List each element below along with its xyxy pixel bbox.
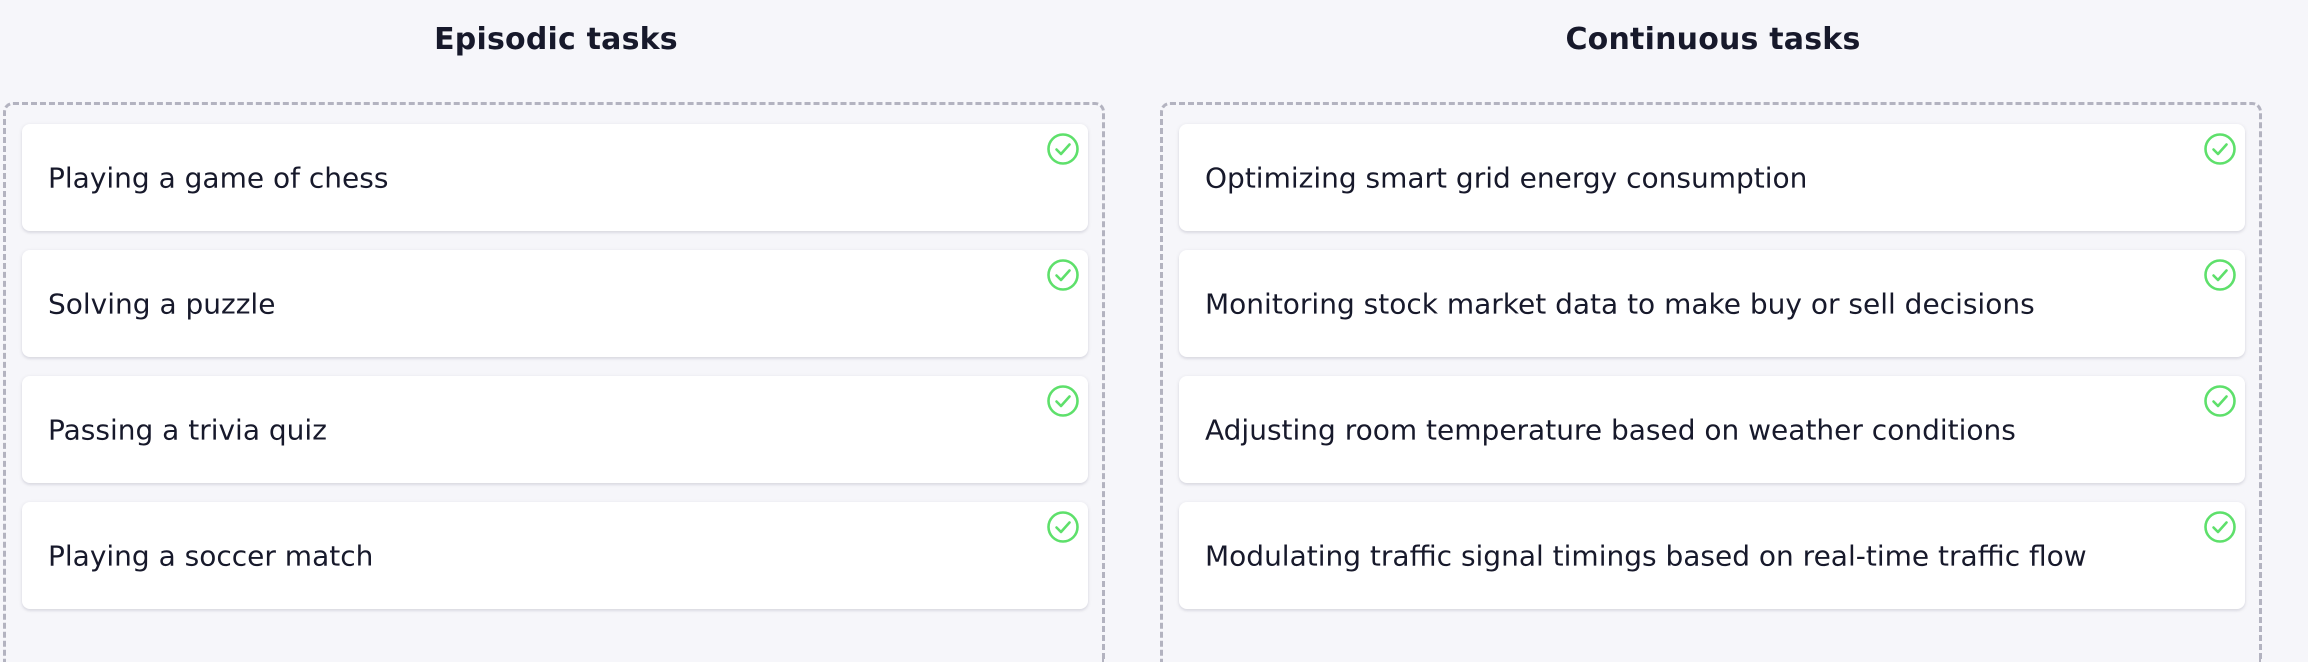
- continuous-drop-zone[interactable]: Optimizing smart grid energy consumption…: [1160, 102, 2262, 662]
- check-circle-icon: [1047, 385, 1079, 417]
- check-circle-icon: [2204, 133, 2236, 165]
- task-card[interactable]: Monitoring stock market data to make buy…: [1179, 250, 2245, 357]
- task-card[interactable]: Adjusting room temperature based on weat…: [1179, 376, 2245, 483]
- task-card-label: Playing a soccer match: [48, 539, 374, 572]
- check-circle-icon: [2204, 259, 2236, 291]
- check-circle-icon: [1047, 133, 1079, 165]
- task-card[interactable]: Playing a game of chess: [22, 124, 1088, 231]
- task-card-label: Solving a puzzle: [48, 287, 276, 320]
- task-card[interactable]: Playing a soccer match: [22, 502, 1088, 609]
- task-card[interactable]: Modulating traffic signal timings based …: [1179, 502, 2245, 609]
- task-card[interactable]: Optimizing smart grid energy consumption: [1179, 124, 2245, 231]
- column-heading-continuous: Continuous tasks: [1565, 22, 1861, 57]
- task-card[interactable]: Passing a trivia quiz: [22, 376, 1088, 483]
- check-circle-icon: [1047, 259, 1079, 291]
- task-card-label: Adjusting room temperature based on weat…: [1205, 413, 2016, 446]
- check-circle-icon: [2204, 511, 2236, 543]
- check-circle-icon: [1047, 511, 1079, 543]
- task-card-label: Passing a trivia quiz: [48, 413, 327, 446]
- task-card[interactable]: Solving a puzzle: [22, 250, 1088, 357]
- task-card-label: Playing a game of chess: [48, 161, 389, 194]
- task-card-label: Monitoring stock market data to make buy…: [1205, 287, 2035, 320]
- task-card-label: Modulating traffic signal timings based …: [1205, 539, 2087, 572]
- check-circle-icon: [2204, 385, 2236, 417]
- column-heading-episodic: Episodic tasks: [434, 22, 678, 57]
- episodic-drop-zone[interactable]: Playing a game of chess Solving a puzzle…: [3, 102, 1105, 662]
- task-card-label: Optimizing smart grid energy consumption: [1205, 161, 1808, 194]
